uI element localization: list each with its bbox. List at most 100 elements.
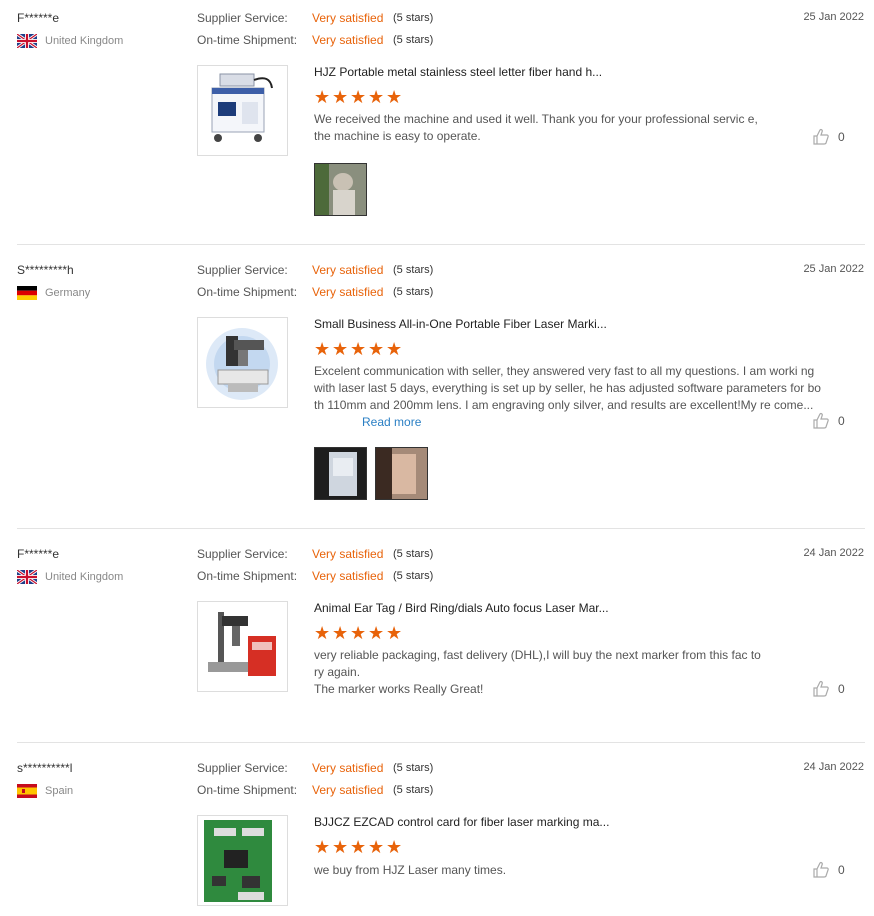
supplier-service-value: Very satisfied [312,761,384,775]
review-date: 25 Jan 2022 [803,263,864,275]
like-count: 0 [838,414,845,428]
product-rating-stars: ★ ★ ★ ★ ★ [314,838,403,856]
supplier-service-stars: (5 stars) [393,548,434,560]
review-photo[interactable] [314,447,367,500]
product-title[interactable]: Animal Ear Tag / Bird Ring/dials Auto fo… [314,601,609,615]
read-more-link[interactable]: Read more [362,415,421,429]
supplier-service-label: Supplier Service: [197,11,288,25]
product-rating-stars: ★ ★ ★ ★ ★ [314,88,403,106]
germany-flag-icon [17,286,37,300]
ontime-shipment-label: On-time Shipment: [197,285,298,299]
uk-flag-icon [17,34,37,48]
supplier-service-stars: (5 stars) [393,12,434,24]
star-icon: ★ [314,623,331,643]
supplier-service-stars: (5 stars) [393,264,434,276]
reviewer-country: Spain [17,783,73,799]
ontime-shipment-value: Very satisfied [312,285,384,299]
thumbs-up-icon [813,681,829,697]
divider [17,244,865,245]
thumbs-up-icon [813,413,829,429]
thumbs-up-icon [813,129,829,145]
country-name: United Kingdom [45,35,124,47]
review-photo-image [376,448,427,499]
country-name: Spain [45,785,74,797]
review-text: we buy from HJZ Laser many times. [314,863,507,877]
fiber-laser-image [208,612,276,676]
product-rating-stars: ★ ★ ★ ★ ★ [314,624,403,642]
star-icon: ★ [386,339,403,359]
product-thumbnail[interactable] [197,317,288,408]
review-photo-image [315,164,366,215]
divider [17,528,865,529]
like-count: 0 [838,130,845,144]
uk-flag-icon [17,570,37,584]
supplier-service-label: Supplier Service: [197,263,288,277]
star-icon: ★ [368,339,385,359]
ontime-shipment-stars: (5 stars) [393,570,434,582]
star-icon: ★ [350,837,367,857]
review-photo[interactable] [375,447,428,500]
review-date: 24 Jan 2022 [803,761,864,773]
ontime-shipment-label: On-time Shipment: [197,33,298,47]
ontime-shipment-stars: (5 stars) [393,784,434,796]
reviewer-name: S*********h [17,263,74,277]
star-icon: ★ [350,87,367,107]
star-icon: ★ [386,87,403,107]
like-count: 0 [838,863,845,877]
product-title[interactable]: HJZ Portable metal stainless steel lette… [314,65,602,79]
like-count: 0 [838,682,845,696]
product-thumbnail[interactable] [197,815,288,906]
supplier-service-label: Supplier Service: [197,761,288,775]
star-icon: ★ [386,623,403,643]
reviewer-name: s**********l [17,761,73,775]
country-name: United Kingdom [45,571,124,583]
star-icon: ★ [332,837,349,857]
spain-flag-icon [17,784,37,798]
star-icon: ★ [350,339,367,359]
reviewer-country: Germany [17,285,90,301]
product-title[interactable]: BJJCZ EZCAD control card for fiber laser… [314,815,609,829]
country-name: Germany [45,287,91,299]
star-icon: ★ [314,87,331,107]
reviewer-name: F******e [17,547,60,561]
laser-welder-image [211,73,273,142]
review-date: 24 Jan 2022 [803,547,864,559]
review-photo[interactable] [314,163,367,216]
review-text-content: very reliable packaging, fast delivery (… [314,648,761,679]
supplier-service-label: Supplier Service: [197,547,288,561]
review-text: We received the machine and used it well… [314,112,758,143]
like-button[interactable]: 0 [812,861,845,879]
ontime-shipment-value: Very satisfied [312,33,384,47]
product-thumbnail[interactable] [197,65,288,156]
like-button[interactable]: 0 [812,680,845,698]
thumbs-up-icon [813,862,829,878]
star-icon: ★ [368,623,385,643]
ontime-shipment-stars: (5 stars) [393,34,434,46]
star-icon: ★ [350,623,367,643]
review-photo-image [315,448,366,499]
product-rating-stars: ★ ★ ★ ★ ★ [314,340,403,358]
ontime-shipment-label: On-time Shipment: [197,783,298,797]
like-button[interactable]: 0 [812,128,845,146]
ontime-shipment-value: Very satisfied [312,783,384,797]
supplier-service-value: Very satisfied [312,11,384,25]
star-icon: ★ [368,837,385,857]
reviewer-name: F******e [17,11,60,25]
review-text: very reliable packaging, fast delivery (… [314,647,764,698]
review-text-content: Excelent communication with seller, they… [314,364,821,412]
ontime-shipment-value: Very satisfied [312,569,384,583]
review-date: 25 Jan 2022 [803,11,864,23]
star-icon: ★ [386,837,403,857]
divider [17,742,865,743]
star-icon: ★ [332,339,349,359]
star-icon: ★ [332,87,349,107]
supplier-service-value: Very satisfied [312,547,384,561]
like-button[interactable]: 0 [812,412,845,430]
reviewer-country: United Kingdom [17,569,123,585]
star-icon: ★ [368,87,385,107]
review-text-content: The marker works Really Great! [314,682,484,696]
star-icon: ★ [314,339,331,359]
product-thumbnail[interactable] [197,601,288,692]
reviewer-country: United Kingdom [17,33,123,49]
product-title[interactable]: Small Business All-in-One Portable Fiber… [314,317,607,331]
